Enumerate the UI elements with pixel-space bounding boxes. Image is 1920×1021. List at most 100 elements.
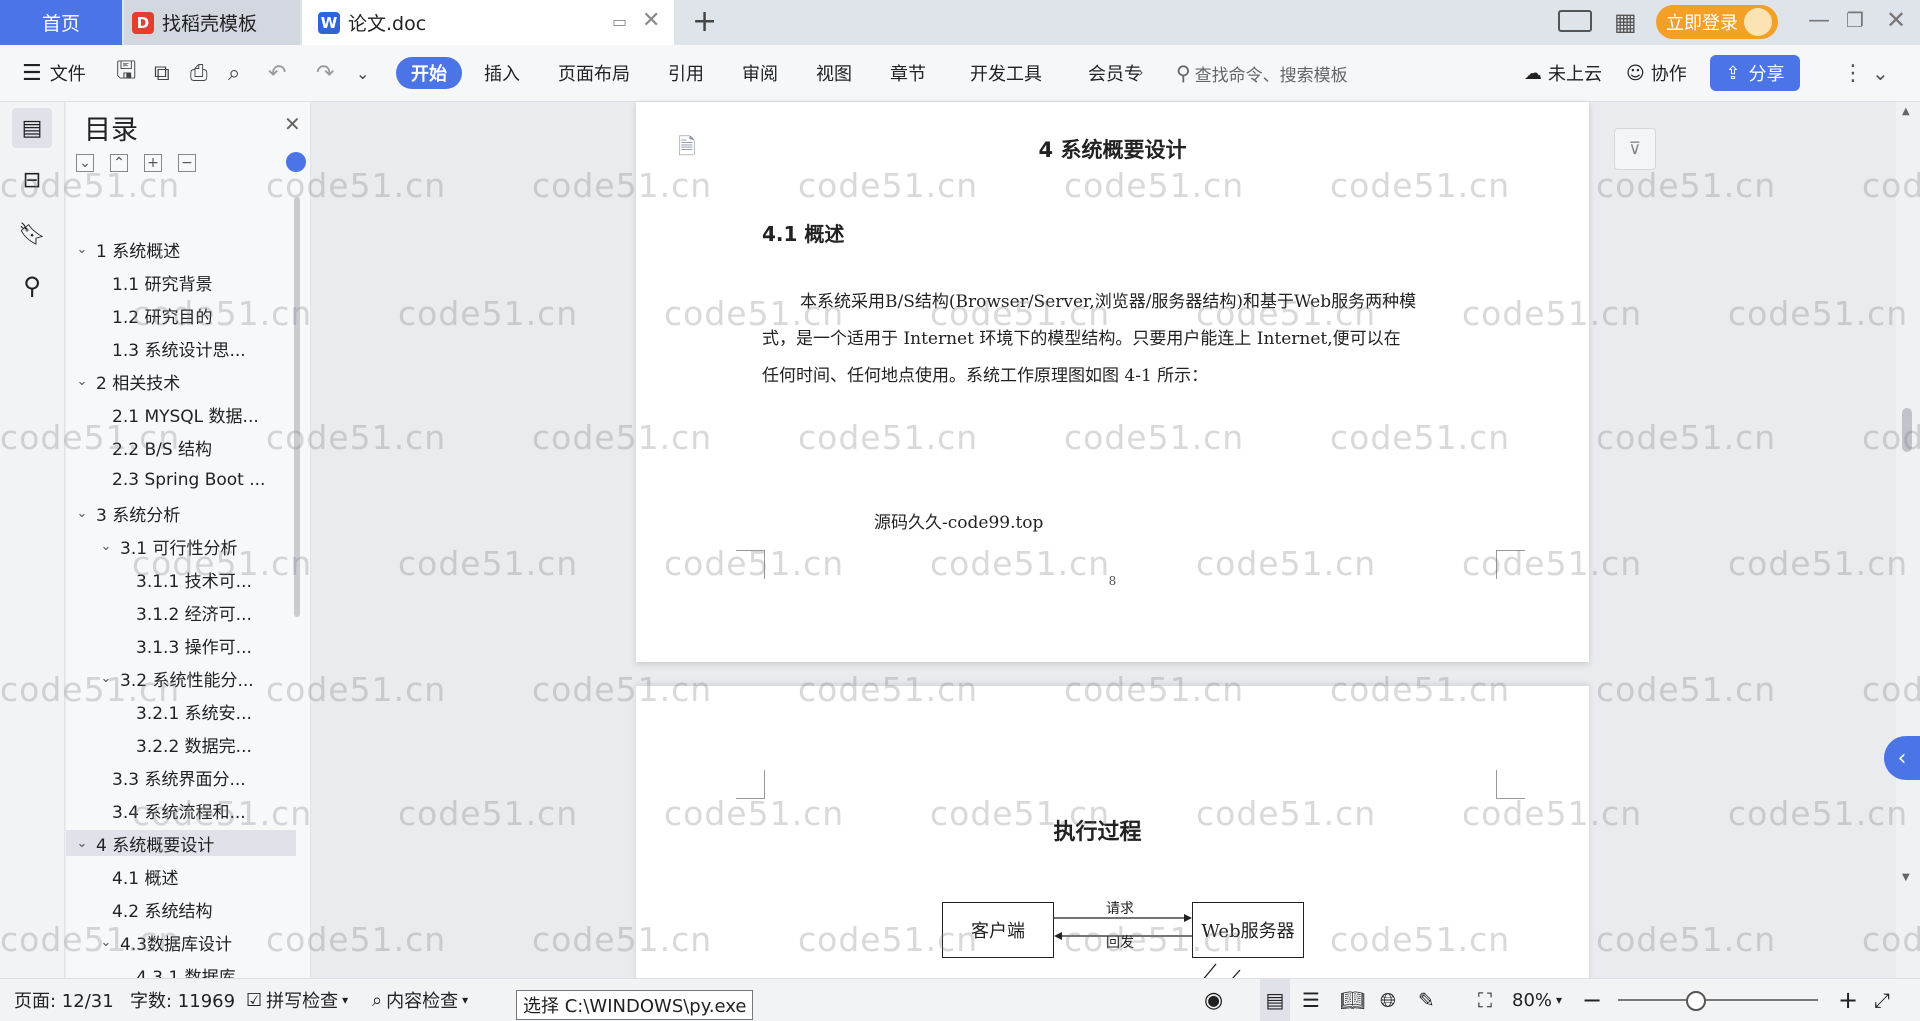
toc-item[interactable]: 2.2 B/S 结构 xyxy=(66,434,296,460)
redo-icon[interactable]: ↷ xyxy=(316,45,334,101)
layout-icon[interactable] xyxy=(1558,10,1592,32)
outline-view-icon[interactable]: ☰ xyxy=(1302,979,1320,1021)
tab-document[interactable]: W 论文.doc ▭ ✕ xyxy=(302,0,674,45)
toc-item[interactable]: ⌄ 4.3数据库设计 xyxy=(66,929,296,955)
tab-template[interactable]: D 找稻壳模板 xyxy=(124,0,300,45)
collapse-ribbon-icon[interactable]: ⌄ xyxy=(1872,45,1889,101)
toc-item[interactable]: 3.1.1 技术可... xyxy=(66,566,296,592)
side-panel-toggle[interactable]: ‹ xyxy=(1884,736,1920,780)
zoom-out-icon[interactable]: − xyxy=(1582,979,1602,1021)
preview-icon[interactable]: ⌕ xyxy=(228,45,240,101)
toc-item[interactable]: 1.3 系统设计思... xyxy=(66,335,296,361)
filter-icon[interactable]: ⊽ xyxy=(1614,128,1656,170)
toc-item[interactable]: 3.1.2 经济可... xyxy=(66,599,296,625)
page-indicator[interactable]: 页面: 12/31 xyxy=(14,979,114,1021)
chevron-down-icon[interactable]: ⌄ xyxy=(74,506,90,521)
tab-devtools[interactable]: 开发工具 xyxy=(970,45,1042,101)
tab-view[interactable]: 视图 xyxy=(816,45,852,101)
toc-item[interactable]: 3.4 系统流程和... xyxy=(66,797,296,823)
command-search[interactable]: ⚲ 查找命令、搜索模板 xyxy=(1176,55,1376,91)
toc-item[interactable]: 2.3 Spring Boot ... xyxy=(66,467,296,493)
toc-item[interactable]: ⌄ 3.1 可行性分析 xyxy=(66,533,296,559)
toc-item[interactable]: 3.2.2 数据完... xyxy=(66,731,296,757)
toc-item[interactable]: 3.1.3 操作可... xyxy=(66,632,296,658)
more-options-icon[interactable]: ⋮ xyxy=(1842,45,1864,101)
fullscreen-icon[interactable]: ⤢ xyxy=(1874,979,1890,1021)
bookmark-icon[interactable]: 🔖︎ xyxy=(12,214,52,254)
grid-icon[interactable]: ▦ xyxy=(1614,8,1637,36)
tab-chapter[interactable]: 章节 xyxy=(890,45,926,101)
toc-item[interactable]: 1.1 研究背景 xyxy=(66,269,296,295)
toc-item[interactable]: 4.2 系统结构 xyxy=(66,896,296,922)
eye-protection-icon[interactable]: ◉ xyxy=(1204,979,1223,1021)
margin-corner xyxy=(736,770,765,799)
toc-item[interactable]: ⌄ 2 相关技术 xyxy=(66,368,296,394)
toc-item[interactable]: ⌄ 3.2 系统性能分... xyxy=(66,665,296,691)
navigation-rail: ▤ ⊟ 🔖︎ ⚲ xyxy=(0,102,65,978)
toc-item[interactable]: 1.2 研究目的 xyxy=(66,302,296,328)
chevron-down-icon[interactable]: ⌄ xyxy=(74,242,90,257)
fit-page-icon[interactable]: ⛶ xyxy=(1478,979,1492,1021)
chapter-nav-icon[interactable]: ⊟ xyxy=(12,160,52,200)
document-scrollbar[interactable]: ▲ ▼ xyxy=(1896,102,1920,978)
save-icon[interactable]: 🖫 xyxy=(116,45,136,101)
content-check-button[interactable]: ⌕ 内容检查 ▾ xyxy=(372,979,468,1021)
chevron-down-icon[interactable]: ⌄ xyxy=(74,836,90,851)
scroll-thumb[interactable] xyxy=(1902,408,1912,452)
chevron-down-icon[interactable]: ⌄ xyxy=(98,935,114,950)
scroll-down-icon[interactable]: ▼ xyxy=(1902,872,1910,883)
toc-item-label: 3.4 系统流程和... xyxy=(112,802,246,823)
toc-scrollbar[interactable] xyxy=(294,197,300,617)
undo-icon[interactable]: ↶ xyxy=(268,45,286,101)
tab-layout[interactable]: 页面布局 xyxy=(558,45,630,101)
screen-icon[interactable]: ▭ xyxy=(612,12,627,31)
toc-item[interactable]: ⌄ 4 系统概要设计 xyxy=(66,830,296,856)
close-window-icon[interactable]: ✕ xyxy=(1886,6,1906,34)
cloud-status[interactable]: ☁ 未上云 xyxy=(1524,45,1602,101)
scroll-up-icon[interactable]: ▲ xyxy=(1902,106,1910,117)
print-icon[interactable]: ⎙ xyxy=(190,45,208,101)
file-menu[interactable]: ☰ 文件 xyxy=(22,45,86,101)
new-tab-icon[interactable]: + xyxy=(692,4,717,39)
tab-insert[interactable]: 插入 xyxy=(484,45,520,101)
toc-item-label: 3.2.1 系统安... xyxy=(136,703,252,724)
reading-view-icon[interactable]: 📖︎ xyxy=(1340,979,1365,1021)
restore-icon[interactable]: ❐ xyxy=(1846,8,1864,32)
login-button[interactable]: 立即登录 xyxy=(1656,5,1778,39)
toc-panel-icon[interactable]: ▤ xyxy=(12,108,52,148)
write-view-icon[interactable]: ✎ xyxy=(1418,979,1435,1021)
tab-scroll-right-icon[interactable]: › xyxy=(1138,45,1144,101)
close-tab-icon[interactable]: ✕ xyxy=(642,8,660,33)
toc-item[interactable]: ⌄ 3 系统分析 xyxy=(66,500,296,526)
collab-button[interactable]: ☺ 协作 xyxy=(1626,45,1687,101)
tab-home[interactable]: 首页 xyxy=(0,0,122,45)
zoom-slider[interactable] xyxy=(1618,999,1818,1001)
share-button[interactable]: ⇪ 分享 xyxy=(1710,55,1800,91)
tab-reference[interactable]: 引用 xyxy=(668,45,704,101)
find-icon[interactable]: ⚲ xyxy=(12,266,52,306)
tab-member[interactable]: 会员专 xyxy=(1088,45,1142,101)
zoom-slider-handle[interactable] xyxy=(1686,991,1706,1011)
toc-item[interactable]: 4.3.1 数据库 xyxy=(66,962,296,979)
zoom-in-icon[interactable]: + xyxy=(1838,979,1858,1021)
spell-check-button[interactable]: ☑ 拼写检查 ▾ xyxy=(246,979,348,1021)
toc-item-label: 3.2 系统性能分... xyxy=(120,670,254,691)
web-view-icon[interactable]: 🌐︎ xyxy=(1380,979,1396,1021)
zoom-level[interactable]: 80% ▾ xyxy=(1512,979,1562,1021)
toc-item[interactable]: 4.1 概述 xyxy=(66,863,296,889)
minimize-icon[interactable]: — xyxy=(1808,8,1830,33)
share-label: 分享 xyxy=(1748,64,1785,85)
page-view-icon[interactable]: ▤ xyxy=(1260,979,1290,1021)
chevron-down-icon[interactable]: ⌄ xyxy=(98,539,114,554)
tab-review[interactable]: 审阅 xyxy=(742,45,778,101)
tab-start[interactable]: 开始 xyxy=(396,57,462,89)
word-count[interactable]: 字数: 11969 xyxy=(130,979,235,1021)
toc-item[interactable]: 3.2.1 系统安... xyxy=(66,698,296,724)
chevron-down-icon[interactable]: ⌄ xyxy=(98,671,114,686)
toc-item[interactable]: ⌄ 1 系统概述 xyxy=(66,236,296,262)
chevron-down-icon[interactable]: ⌄ xyxy=(74,374,90,389)
more-dropdown-icon[interactable]: ⌄ xyxy=(356,45,369,101)
toc-item[interactable]: 3.3 系统界面分... xyxy=(66,764,296,790)
export-icon[interactable]: ⧉ xyxy=(154,45,170,101)
toc-item[interactable]: 2.1 MYSQL 数据... xyxy=(66,401,296,427)
